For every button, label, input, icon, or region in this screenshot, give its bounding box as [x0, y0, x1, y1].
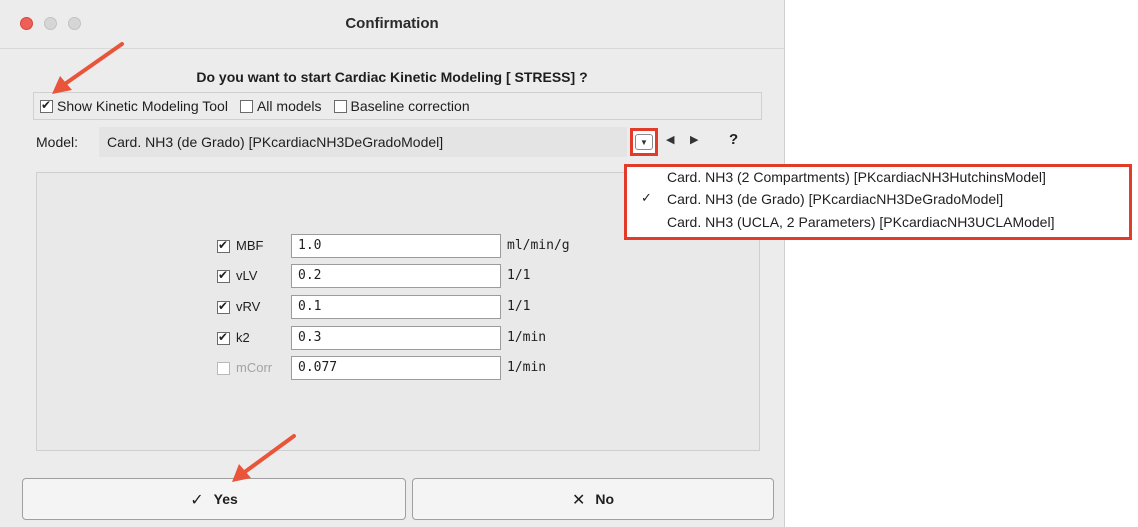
vrv-checkbox[interactable] [217, 299, 230, 314]
dropdown-option-ucla[interactable]: Card. NH3 (UCLA, 2 Parameters) [PKcardia… [667, 214, 1054, 236]
k2-checkbox[interactable] [217, 330, 230, 345]
triangle-right-icon[interactable]: ▶ [690, 133, 698, 146]
model-dropdown-button[interactable]: ▼ [630, 128, 658, 156]
dropdown-option-de-grado[interactable]: ✓ Card. NH3 (de Grado) [PKcardiacNH3DeGr… [641, 191, 1004, 213]
vlv-unit: 1/1 [507, 268, 531, 283]
dropdown-option-label: Card. NH3 (2 Compartments) [PKcardiacNH3… [667, 169, 1046, 185]
dropdown-option-label: Card. NH3 (UCLA, 2 Parameters) [PKcardia… [667, 214, 1055, 230]
mcorr-name: mCorr [236, 360, 273, 375]
mbf-checkbox[interactable] [217, 238, 230, 253]
x-icon: ✕ [571, 489, 586, 509]
mcorr-checkbox[interactable] [217, 362, 230, 375]
vlv-value-field[interactable]: 0.2 [291, 264, 501, 288]
dropdown-option-2-compartments[interactable]: Card. NH3 (2 Compartments) [PKcardiacNH3… [667, 169, 1046, 191]
selected-check-icon: ✓ [641, 191, 652, 206]
mbf-unit: ml/min/g [507, 238, 570, 253]
triangle-left-icon[interactable]: ◀ [666, 133, 674, 146]
model-label: Model: [36, 134, 79, 150]
all-models-checkbox[interactable] [239, 99, 253, 113]
mcorr-value-field[interactable]: 0.077 [291, 356, 501, 380]
vrv-unit: 1/1 [507, 299, 531, 314]
baseline-correction-checkbox[interactable] [333, 99, 347, 113]
vrv-value-field[interactable]: 0.1 [291, 295, 501, 319]
dropdown-option-label: Card. NH3 (de Grado) [PKcardiacNH3DeGrad… [667, 191, 1004, 207]
model-select[interactable]: Card. NH3 (de Grado) [PKcardiacNH3DeGrad… [99, 127, 627, 157]
no-button-label: No [595, 491, 615, 507]
annotation-arrow-icon [52, 42, 124, 94]
window-title: Confirmation [345, 15, 439, 32]
mbf-value-field[interactable]: 1.0 [291, 234, 501, 258]
vrv-name: vRV [236, 299, 261, 314]
yes-button-label: Yes [213, 491, 238, 507]
model-dropdown-list: Card. NH3 (2 Compartments) [PKcardiacNH3… [624, 164, 1132, 240]
chevron-down-icon: ▼ [635, 134, 653, 150]
option-show-kinetic-modeling-tool[interactable]: Show Kinetic Modeling Tool [40, 98, 234, 114]
all-models-label: All models [256, 98, 322, 114]
vlv-name: vLV [236, 268, 258, 283]
help-button[interactable]: ? [729, 131, 738, 148]
options-row: Show Kinetic Modeling Tool All models Ba… [33, 92, 762, 120]
option-all-models[interactable]: All models [239, 98, 328, 114]
model-selected-value: Card. NH3 (de Grado) [PKcardiacNH3DeGrad… [107, 134, 444, 150]
baseline-correction-label: Baseline correction [350, 98, 470, 114]
annotation-arrow-icon [232, 434, 296, 482]
k2-name: k2 [236, 330, 250, 345]
mbf-name: MBF [236, 238, 264, 253]
k2-unit: 1/min [507, 330, 547, 345]
no-button[interactable]: ✕ No [412, 478, 774, 520]
mcorr-unit: 1/min [507, 360, 547, 375]
yes-button[interactable]: ✓ Yes [22, 478, 406, 520]
k2-value-field[interactable]: 0.3 [291, 326, 501, 350]
show-kinetic-modeling-tool-checkbox[interactable] [40, 98, 53, 113]
vlv-checkbox[interactable] [217, 268, 230, 283]
checkmark-icon: ✓ [190, 489, 204, 509]
option-baseline-correction[interactable]: Baseline correction [333, 98, 476, 114]
show-kinetic-modeling-tool-label: Show Kinetic Modeling Tool [57, 98, 228, 114]
